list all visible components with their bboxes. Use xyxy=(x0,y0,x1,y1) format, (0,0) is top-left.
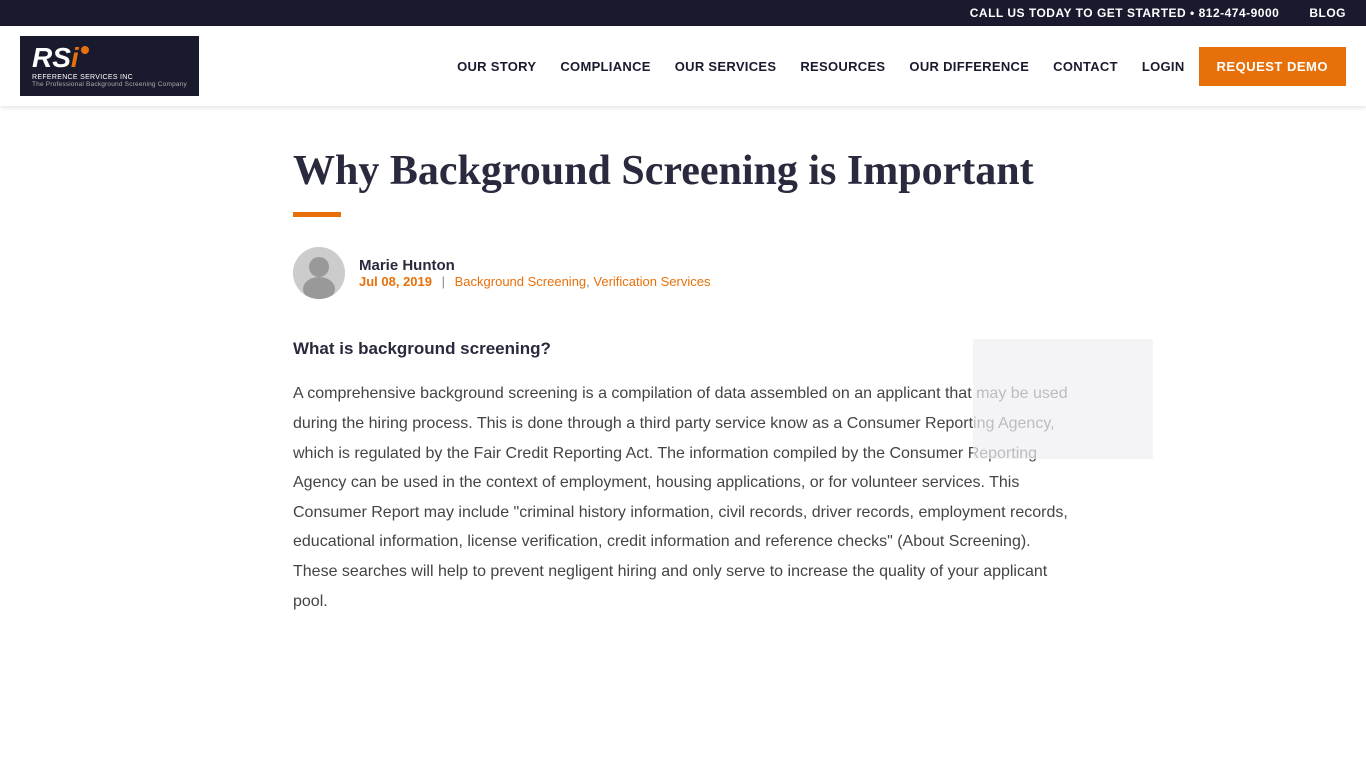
nav-contact[interactable]: CONTACT xyxy=(1043,51,1128,82)
side-decoration xyxy=(973,339,1153,459)
call-cta: CALL US TODAY TO GET STARTED • 812-474-9… xyxy=(970,6,1280,20)
article-body: A comprehensive background screening is … xyxy=(293,379,1073,616)
author-info: Marie Hunton Jul 08, 2019 | Background S… xyxy=(359,257,710,289)
main-content: Why Background Screening is Important Ma… xyxy=(233,106,1133,676)
logo-tagline: The Professional Background Screening Co… xyxy=(32,81,187,88)
logo-box: R S i REFERENCE SERVICES INC The Profess… xyxy=(20,36,199,96)
content-wrapper: What is background screening? A comprehe… xyxy=(293,339,1073,616)
logo-area[interactable]: R S i REFERENCE SERVICES INC The Profess… xyxy=(20,36,199,96)
nav-our-difference[interactable]: OUR DIFFERENCE xyxy=(899,51,1039,82)
nav-resources[interactable]: RESOURCES xyxy=(790,51,895,82)
title-underline xyxy=(293,212,341,217)
author-date: Jul 08, 2019 xyxy=(359,274,432,289)
author-meta: Jul 08, 2019 | Background Screening, Ver… xyxy=(359,274,710,289)
request-demo-button[interactable]: REQUEST DEMO xyxy=(1199,47,1346,86)
nav-our-services[interactable]: OUR SERVICES xyxy=(665,51,787,82)
author-avatar xyxy=(293,247,345,299)
logo-rsi: R S i xyxy=(32,44,89,72)
author-section: Marie Hunton Jul 08, 2019 | Background S… xyxy=(293,247,1073,299)
main-nav: OUR STORY COMPLIANCE OUR SERVICES RESOUR… xyxy=(447,47,1346,86)
article-title: Why Background Screening is Important xyxy=(293,146,1073,196)
author-name: Marie Hunton xyxy=(359,257,710,274)
logo-dot xyxy=(81,46,89,54)
logo-r: R xyxy=(32,44,52,72)
nav-compliance[interactable]: COMPLIANCE xyxy=(550,51,660,82)
header: R S i REFERENCE SERVICES INC The Profess… xyxy=(0,26,1366,106)
meta-separator: | xyxy=(442,274,449,289)
top-bar: CALL US TODAY TO GET STARTED • 812-474-9… xyxy=(0,0,1366,26)
nav-login[interactable]: LOGIN xyxy=(1132,51,1195,82)
category-verification-services[interactable]: Verification Services xyxy=(593,274,710,289)
logo-i: i xyxy=(71,44,79,72)
blog-link[interactable]: BLOG xyxy=(1309,6,1346,20)
category-background-screening[interactable]: Background Screening xyxy=(455,274,587,289)
section-heading: What is background screening? xyxy=(293,339,1073,359)
logo-s: S xyxy=(52,44,71,72)
nav-our-story[interactable]: OUR STORY xyxy=(447,51,546,82)
logo-company-name: REFERENCE SERVICES INC xyxy=(32,74,133,81)
